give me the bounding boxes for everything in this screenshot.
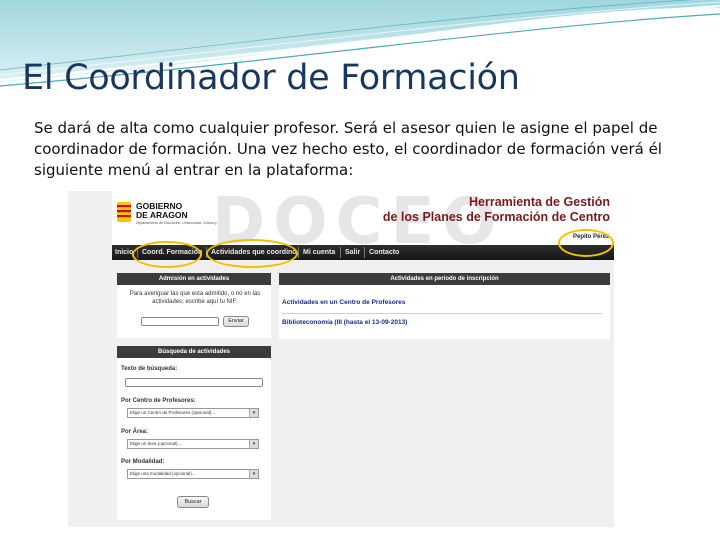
enrollment-panel: Actividades en periodo de inscripción Ac… [279, 273, 610, 339]
app-header: GOBIERNO DE ARAGON Departamento de Educa… [112, 191, 614, 259]
menu-separator [298, 247, 299, 258]
activity-item-link[interactable]: Biblioteconomía (III (hasta el 13-09-201… [282, 319, 407, 326]
admission-panel: Admisión en actividades Para averiguar l… [117, 273, 271, 338]
search-panel: Búsqueda de actividades Texto de búsqued… [117, 346, 271, 520]
enviar-button[interactable]: Enviar [223, 316, 249, 327]
cfp-activities-link[interactable]: Actividades en un Centro de Profesores [282, 299, 406, 306]
mode-filter-label: Por Modalidad: [121, 459, 165, 465]
chevron-down-icon: ▾ [249, 409, 258, 417]
menu-separator [137, 247, 138, 258]
platform-screenshot: GOBIERNO DE ARAGON Departamento de Educa… [68, 191, 614, 527]
enrollment-panel-header: Actividades en periodo de inscripción [279, 273, 610, 285]
aragon-crest-icon [117, 202, 131, 222]
menu-inicio[interactable]: Inicio [115, 245, 133, 260]
admission-instructions: Para averiguar las que está admitido, o … [129, 291, 261, 305]
cfp-select-value: Elige un Centro de Profesores (opcional)… [130, 410, 216, 415]
logo-line-2: DE ARAGON [136, 210, 188, 220]
chevron-down-icon: ▾ [249, 470, 258, 478]
slide-title: El Coordinador de Formación [22, 58, 520, 98]
menu-separator [364, 247, 365, 258]
menu-separator [206, 247, 207, 258]
menu-coord-formacion[interactable]: Coord. Formación [142, 245, 202, 260]
tool-title-line-2: de los Planes de Formación de Centro [382, 210, 610, 224]
search-text-label: Texto de búsqueda: [121, 366, 178, 372]
buscar-button[interactable]: Buscar [177, 496, 209, 508]
gobierno-aragon-logo: GOBIERNO DE ARAGON Departamento de Educa… [112, 191, 230, 245]
mode-select-value: Elige una modalidad (opcional)... [130, 471, 196, 476]
search-panel-header: Búsqueda de actividades [117, 346, 271, 358]
area-filter-label: Por Área: [121, 429, 149, 435]
mode-select[interactable]: Elige una modalidad (opcional)... ▾ [127, 469, 259, 479]
tool-title-line-1: Herramienta de Gestión [468, 195, 610, 209]
menu-separator [340, 247, 341, 258]
admission-panel-header: Admisión en actividades [117, 273, 271, 285]
menu-contacto[interactable]: Contacto [369, 245, 399, 260]
cfp-filter-label: Por Centro de Profesores: [121, 398, 196, 404]
search-text-input[interactable] [125, 378, 263, 387]
menu-mi-cuenta[interactable]: Mi cuenta [303, 245, 335, 260]
main-menu-bar: Inicio Coord. Formación Actividades que … [112, 245, 614, 260]
menu-salir[interactable]: Salir [345, 245, 360, 260]
slide-body-text: Se dará de alta como cualquier profesor.… [34, 119, 662, 179]
menu-actividades-que-coordino[interactable]: Actividades que coordino [211, 245, 297, 260]
chevron-down-icon: ▾ [249, 440, 258, 448]
divider [282, 313, 602, 314]
area-select[interactable]: Elige un área (opcional)... ▾ [127, 439, 259, 449]
user-name[interactable]: Pepito Pérez [573, 234, 609, 240]
cfp-select[interactable]: Elige un Centro de Profesores (opcional)… [127, 408, 259, 418]
nif-input[interactable] [141, 317, 219, 326]
area-select-value: Elige un área (opcional)... [130, 441, 182, 446]
